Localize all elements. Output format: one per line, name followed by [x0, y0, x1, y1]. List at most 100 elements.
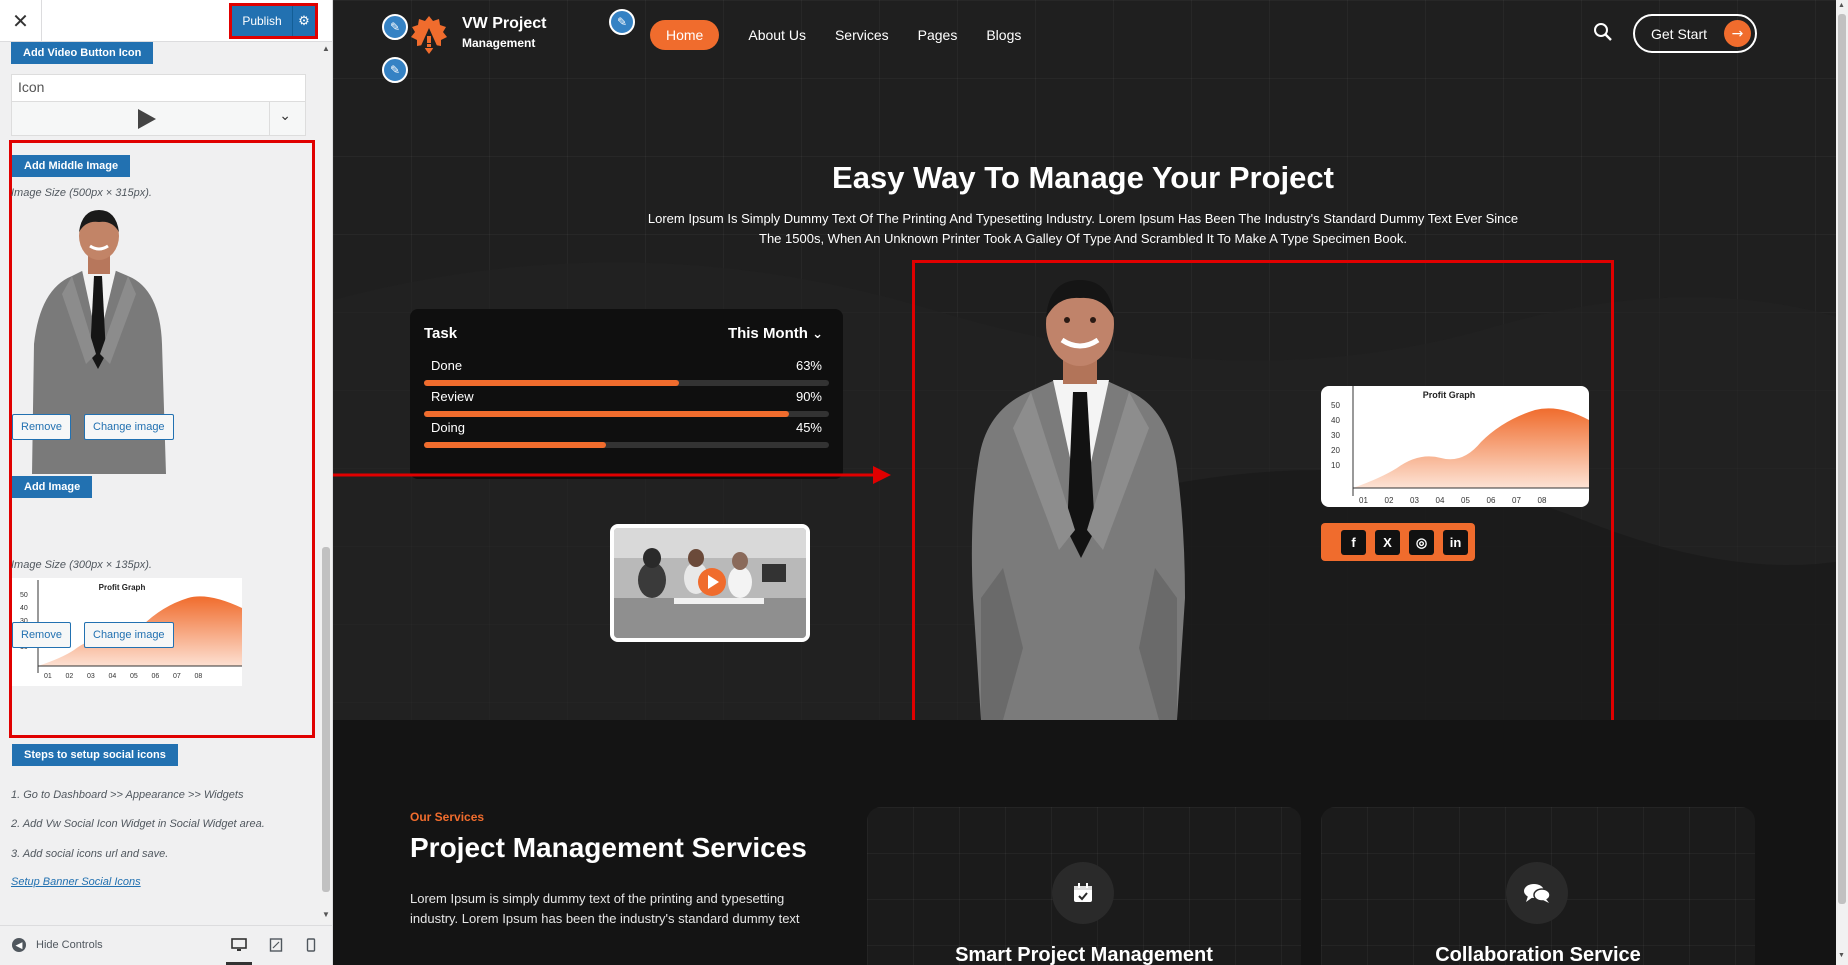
publish-button[interactable]: Publish — [232, 6, 292, 36]
change-middle-image-button[interactable]: Change image — [84, 414, 174, 440]
graph-y-tick: 20 — [1331, 446, 1340, 455]
close-icon[interactable]: ✕ — [0, 0, 42, 42]
instagram-icon[interactable]: ◎ — [1409, 530, 1434, 555]
graph-y-tick: 10 — [1331, 461, 1340, 470]
sidebar-scrollbar[interactable]: ▲ ▼ — [320, 42, 332, 924]
graph-x-tick: 02 — [1385, 496, 1394, 505]
main-nav: Home About Us Services Pages Blogs — [650, 20, 1050, 50]
remove-middle-image-button[interactable]: Remove — [12, 414, 71, 440]
graph-x-tick: 05 — [1461, 496, 1470, 505]
hero-title: Easy Way To Manage Your Project — [832, 160, 1334, 195]
scroll-thumb[interactable] — [1838, 14, 1846, 904]
nav-services[interactable]: Services — [835, 27, 889, 43]
services-desc-line-1: Lorem Ipsum is simply dummy text of the … — [410, 891, 785, 906]
hero-description: Lorem Ipsum Is Simply Dummy Text Of The … — [603, 209, 1563, 249]
businessman-image — [971, 280, 1185, 720]
search-icon[interactable] — [1593, 22, 1613, 42]
service-card-title: Smart Project Management — [955, 944, 1213, 965]
thumb-x-tick: 03 — [87, 673, 95, 680]
x-twitter-icon[interactable]: X — [1375, 530, 1400, 555]
graph-thumb-title: Profit Graph — [99, 583, 146, 592]
add-video-button-icon-button[interactable]: Add Video Button Icon — [11, 42, 154, 64]
scroll-thumb[interactable] — [322, 547, 330, 892]
add-image-button[interactable]: Add Image — [12, 476, 93, 498]
preview-scrollbar[interactable]: ▲ ▼ — [1836, 0, 1848, 965]
remove-image-button[interactable]: Remove — [12, 622, 71, 648]
progress-track — [424, 442, 829, 448]
customizer-header: ✕ Publish ⚙ — [0, 0, 332, 42]
graph-x-tick: 03 — [1410, 496, 1419, 505]
logo-subtitle[interactable]: Management — [462, 36, 535, 50]
facebook-icon[interactable]: f — [1341, 530, 1366, 555]
hero-desc-line-1: Lorem Ipsum Is Simply Dummy Text Of The … — [647, 211, 1519, 226]
scroll-down-icon[interactable]: ▼ — [1838, 952, 1845, 959]
service-card-title: Collaboration Service — [1435, 944, 1641, 965]
service-card-smart-project-management[interactable]: Smart Project Management — [867, 807, 1301, 965]
step-1: 1. Go to Dashboard >> Appearance >> Widg… — [11, 789, 244, 801]
graph-x-tick: 01 — [1359, 496, 1368, 505]
services-desc-line-2: industry. Lorem Ipsum has been the indus… — [410, 911, 800, 926]
thumb-x-tick: 06 — [152, 673, 160, 680]
nav-pages[interactable]: Pages — [918, 27, 958, 43]
nav-about-us[interactable]: About Us — [748, 27, 806, 43]
site-preview: ✎ ✎ ✎ VW Project Management Home About U… — [333, 0, 1848, 965]
graph-y-tick: 40 — [1331, 416, 1340, 425]
social-steps-button[interactable]: Steps to setup social icons — [12, 744, 178, 766]
task-card: Task This Month ⌄ Done 63% Review 90% Doing 4… — [410, 309, 843, 479]
task-percent: 45% — [795, 420, 822, 435]
edit-logo-pin[interactable]: ✎ — [382, 14, 408, 40]
chat-icon — [1506, 862, 1568, 924]
service-card-collaboration-service[interactable]: Collaboration Service — [1321, 807, 1755, 965]
chevron-down-icon[interactable]: ⌄ — [279, 108, 291, 124]
add-middle-image-button[interactable]: Add Middle Image — [12, 155, 131, 177]
tablet-icon[interactable] — [267, 936, 285, 954]
task-card-title: Task — [424, 325, 458, 342]
gear-icon[interactable]: ⚙ — [292, 6, 315, 36]
progress-fill — [424, 380, 680, 386]
services-kicker: Our Services — [410, 810, 485, 824]
image-size-note: Image Size (300px × 135px). — [11, 559, 152, 571]
period-select[interactable]: This Month ⌄ — [728, 325, 823, 342]
scroll-up-icon[interactable]: ▲ — [1838, 2, 1845, 9]
thumb-x-tick: 05 — [130, 673, 138, 680]
scroll-up-icon[interactable]: ▲ — [322, 44, 330, 53]
collapse-icon[interactable]: ◀ — [12, 938, 26, 952]
thumb-y-tick: 50 — [20, 592, 28, 599]
icon-select[interactable]: ⌄ — [11, 102, 306, 136]
graph-x-tick: 06 — [1487, 496, 1496, 505]
get-start-button[interactable]: Get Start → — [1633, 14, 1757, 53]
hide-controls-button[interactable]: Hide Controls — [36, 939, 103, 951]
logo-title[interactable]: VW Project — [462, 15, 546, 33]
progress-fill — [424, 411, 789, 417]
services-title: Project Management Services — [410, 832, 807, 863]
change-image-button[interactable]: Change image — [84, 622, 174, 648]
task-label: Doing — [431, 420, 465, 435]
setup-social-icons-link[interactable]: Setup Banner Social Icons — [11, 876, 141, 888]
scroll-down-icon[interactable]: ▼ — [322, 910, 330, 919]
nav-home[interactable]: Home — [650, 20, 720, 50]
mobile-icon[interactable] — [302, 936, 320, 954]
period-label: This Month — [727, 325, 808, 342]
task-percent: 90% — [795, 389, 822, 404]
profit-graph-title: Profit Graph — [1423, 390, 1476, 400]
edit-menu-pin[interactable]: ✎ — [609, 9, 635, 35]
social-icons: f X ◎ in — [1321, 523, 1475, 561]
play-button[interactable] — [698, 568, 726, 596]
progress-fill — [424, 442, 607, 448]
graph-x-tick: 07 — [1512, 496, 1521, 505]
thumb-x-tick: 07 — [173, 673, 181, 680]
customizer-sidebar: ✕ Publish ⚙ Add Video Button Icon Icon ⌄… — [0, 0, 333, 965]
video-thumbnail[interactable] — [610, 524, 810, 642]
customizer-panel: Add Video Button Icon Icon ⌄ Add Middle … — [0, 42, 320, 922]
edit-tagline-pin[interactable]: ✎ — [382, 57, 408, 83]
chevron-down-icon: ⌄ — [812, 327, 823, 342]
nav-blogs[interactable]: Blogs — [986, 27, 1021, 43]
task-label: Review — [431, 389, 474, 404]
desktop-icon[interactable] — [230, 936, 248, 954]
get-start-label: Get Start — [1651, 25, 1708, 42]
services-description: Lorem Ipsum is simply dummy text of the … — [410, 889, 850, 929]
linkedin-icon[interactable]: in — [1443, 530, 1468, 555]
icon-field[interactable]: Icon — [11, 74, 306, 102]
progress-track — [424, 380, 829, 386]
thumb-x-tick: 08 — [195, 673, 203, 680]
